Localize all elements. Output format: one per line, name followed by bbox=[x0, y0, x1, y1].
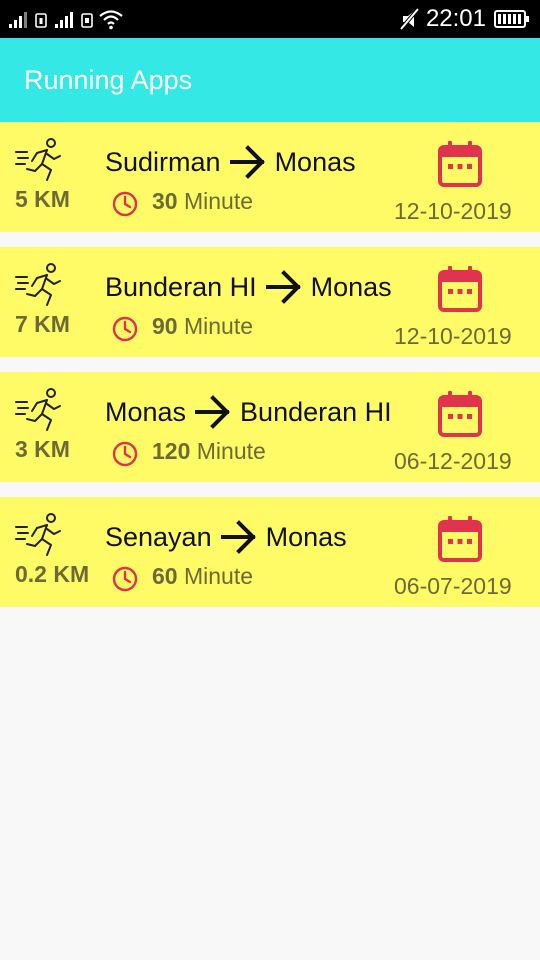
status-bar: 22:01 bbox=[0, 0, 540, 38]
status-time: 22:01 bbox=[425, 5, 486, 32]
clock-icon bbox=[112, 441, 138, 467]
distance-label: 0.2 KM bbox=[15, 561, 90, 587]
route: Sudirman Monas bbox=[105, 142, 356, 182]
wifi-icon bbox=[99, 10, 123, 30]
clock-icon bbox=[112, 316, 138, 342]
signal-icon bbox=[9, 12, 27, 28]
calendar-icon bbox=[438, 141, 482, 187]
run-date: 06-12-2019 bbox=[394, 448, 512, 470]
run-card[interactable]: 0.2 KM Senayan Monas 60 Minute 06-07-201… bbox=[0, 497, 540, 607]
app-bar: Running Apps bbox=[0, 38, 540, 122]
duration: 60 Minute bbox=[152, 563, 253, 590]
run-card[interactable]: 7 KM Bunderan HI Monas 90 Minute 12-10-2… bbox=[0, 247, 540, 357]
route-from: Monas bbox=[105, 396, 187, 427]
arrow-right-icon bbox=[229, 145, 265, 179]
run-card[interactable]: 3 KM Monas Bunderan HI 120 Minute 06-12-… bbox=[0, 372, 540, 482]
runner-icon bbox=[15, 513, 61, 556]
runner-icon bbox=[15, 263, 61, 306]
route-to: Monas bbox=[310, 271, 392, 302]
duration: 30 Minute bbox=[152, 188, 253, 215]
battery-icon bbox=[494, 10, 529, 28]
distance-label: 3 KM bbox=[15, 436, 70, 462]
route: Senayan Monas bbox=[105, 517, 347, 557]
route-to: Monas bbox=[274, 146, 356, 177]
distance-label: 7 KM bbox=[15, 311, 70, 337]
status-right-icons: 22:01 bbox=[398, 4, 530, 34]
duration-value: 120 bbox=[152, 438, 191, 464]
arrow-right-icon bbox=[265, 270, 301, 304]
calendar-icon bbox=[438, 266, 482, 312]
mute-icon bbox=[399, 7, 420, 31]
duration: 90 Minute bbox=[152, 313, 253, 340]
duration-unit: Minute bbox=[183, 563, 254, 589]
route-from: Sudirman bbox=[105, 146, 221, 177]
route: Monas Bunderan HI bbox=[105, 392, 392, 432]
run-date: 12-10-2019 bbox=[394, 198, 512, 220]
calendar-icon bbox=[438, 516, 482, 562]
route-to: Bunderan HI bbox=[240, 396, 392, 427]
status-left-icons bbox=[8, 6, 124, 32]
duration-unit: Minute bbox=[183, 188, 254, 214]
route-from: Senayan bbox=[105, 521, 212, 552]
runner-icon bbox=[15, 138, 61, 181]
distance-label: 5 KM bbox=[15, 186, 70, 212]
route: Bunderan HI Monas bbox=[105, 267, 392, 307]
route-to: Monas bbox=[265, 521, 347, 552]
runner-icon bbox=[15, 388, 61, 431]
clock-icon bbox=[112, 566, 138, 592]
duration-unit: Minute bbox=[183, 313, 254, 339]
arrow-right-icon bbox=[220, 520, 256, 554]
run-card[interactable]: 5 KM Sudirman Monas 30 Minute 12-10-2019 bbox=[0, 122, 540, 232]
calendar-icon bbox=[438, 391, 482, 437]
run-date: 12-10-2019 bbox=[394, 323, 512, 345]
duration-value: 60 bbox=[152, 563, 178, 589]
route-from: Bunderan HI bbox=[105, 271, 257, 302]
duration-value: 30 bbox=[152, 188, 178, 214]
signal-icon bbox=[55, 12, 73, 28]
sim-1-icon bbox=[35, 13, 47, 28]
duration-value: 90 bbox=[152, 313, 178, 339]
duration: 120 Minute bbox=[152, 438, 266, 465]
run-date: 06-07-2019 bbox=[394, 573, 512, 595]
sim-2-icon bbox=[81, 13, 93, 28]
arrow-right-icon bbox=[195, 395, 230, 429]
duration-unit: Minute bbox=[196, 438, 266, 464]
app-title: Running Apps bbox=[24, 65, 193, 95]
clock-icon bbox=[112, 191, 138, 217]
